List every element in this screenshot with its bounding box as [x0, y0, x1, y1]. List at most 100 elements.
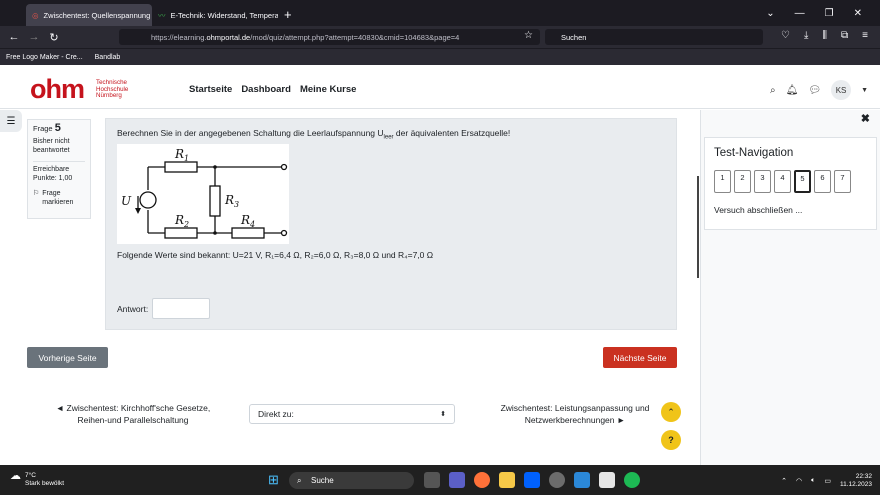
question-button-1[interactable]: 1	[714, 170, 731, 193]
avatar[interactable]: KS	[831, 80, 852, 100]
taskbar-search-label: Suche	[311, 476, 334, 485]
flag-label: Frage markieren	[42, 190, 74, 206]
onedrive-icon[interactable]	[599, 472, 615, 488]
photos-icon[interactable]	[574, 472, 590, 488]
task-view-icon[interactable]	[424, 472, 440, 488]
search-icon[interactable]: ⌕	[770, 85, 776, 96]
bookmark-star-icon[interactable]: ☆	[524, 30, 533, 41]
weather-widget[interactable]: ☁ 7°C Stark bewölkt	[10, 471, 64, 488]
question-status: Bisher nicht beantwortet	[33, 138, 70, 154]
quiz-navigation-block: Test-Navigation 1 2 3 4 5 6 7 Versuch ab…	[704, 137, 877, 230]
scrollbar[interactable]	[697, 176, 699, 278]
logo-subtitle: Technische Hochschule Nürnberg	[96, 79, 128, 100]
course-index-toggle[interactable]: ☰	[0, 110, 22, 132]
tab-label: Zwischentest: Quellenspannung	[43, 10, 151, 20]
question-button-3[interactable]: 3	[754, 170, 771, 193]
bookmark-bandlab[interactable]: Bandlab	[95, 54, 121, 61]
windows-taskbar: ☁ 7°C Stark bewölkt ⊞ ⌕ Suche ⌃ ◠ 🔈︎ ▭ 2…	[0, 465, 880, 495]
tab-etechnik[interactable]: 〰 E-Technik: Widerstand, Tempera ✕	[152, 4, 278, 26]
toolbar-icons: ♡ ⤓ ⫼ ⧉ ≡	[781, 30, 868, 41]
menu-icon[interactable]: ≡	[862, 30, 868, 41]
chevron-up-icon[interactable]: ⌃	[781, 477, 787, 485]
logo-sub-line: Nürnberg	[96, 92, 122, 99]
question-text: Berechnen Sie in der angegebenen Schaltu…	[117, 128, 510, 141]
wifi-icon[interactable]: ◠	[796, 477, 802, 485]
question-points: Erreichbare Punkte: 1,00	[33, 161, 85, 183]
bell-icon[interactable]: 🔔︎	[786, 85, 799, 96]
file-explorer-icon[interactable]	[499, 472, 515, 488]
question-info: Frage 5 Bisher nicht beantwortet Erreich…	[27, 119, 91, 219]
settings-icon[interactable]	[549, 472, 565, 488]
restore-button[interactable]: ❐	[825, 8, 834, 19]
bookmark-logo-maker[interactable]: Free Logo Maker - Cre...	[6, 54, 83, 61]
quiz-navigation-drawer: ✖ Test-Navigation 1 2 3 4 5 6 7 Versuch …	[697, 110, 880, 465]
back-to-top-button[interactable]: ⌃	[661, 402, 681, 422]
jump-to-select[interactable]: Direkt zu: ⬍	[249, 404, 455, 424]
previous-page-button[interactable]: Vorherige Seite	[27, 347, 108, 368]
teams-icon[interactable]	[449, 472, 465, 488]
search-field[interactable]: Suchen	[545, 29, 763, 45]
question-button-5[interactable]: 5	[794, 170, 811, 193]
dropbox-icon[interactable]	[524, 472, 540, 488]
finish-attempt-link[interactable]: Versuch abschließen ...	[714, 205, 802, 215]
tab-label: E-Technik: Widerstand, Tempera	[170, 10, 279, 20]
volume-icon[interactable]: 🔈︎	[811, 477, 815, 485]
question-button-2[interactable]: 2	[734, 170, 751, 193]
reload-button[interactable]: ↻	[44, 31, 64, 44]
chevron-down-icon[interactable]: ▼	[861, 87, 868, 94]
question-buttons: 1 2 3 4 5 6 7	[714, 170, 851, 193]
url-domain: ohmportal.de	[206, 32, 251, 42]
url-bar[interactable]: https://elearning. ohmportal.de/mod/quiz/…	[119, 29, 540, 45]
tab-quiz[interactable]: ◎ Zwischentest: Quellenspannung ✕	[26, 4, 152, 26]
select-caret-icon: ⬍	[440, 411, 446, 418]
nav-meine-kurse[interactable]: Meine Kurse	[300, 84, 357, 95]
back-button[interactable]: ←	[4, 31, 24, 43]
navigation-title: Test-Navigation	[714, 147, 794, 159]
temperature: 7°C	[25, 472, 36, 479]
question-button-7[interactable]: 7	[834, 170, 851, 193]
battery-icon[interactable]: ▭	[824, 477, 831, 485]
question-button-4[interactable]: 4	[774, 170, 791, 193]
nav-startseite[interactable]: Startseite	[189, 84, 232, 95]
chart-icon: 〰	[158, 10, 166, 20]
next-page-button[interactable]: Nächste Seite	[603, 347, 677, 368]
label-r4: R4	[240, 213, 255, 229]
label-r1: R1	[174, 147, 189, 163]
pocket-icon[interactable]: ♡	[781, 30, 790, 41]
close-window-button[interactable]: ✕	[854, 8, 862, 19]
ohm-logo[interactable]: ohm	[30, 76, 85, 103]
clock[interactable]: 22:32 11.12.2023	[840, 473, 872, 489]
previous-activity-link[interactable]: ◄ Zwischentest: Kirchhoff'sche Gesetze, …	[43, 402, 223, 426]
list-icon: ☰	[6, 115, 16, 127]
download-icon[interactable]: ⤓	[804, 30, 808, 41]
system-tray: ⌃ ◠ 🔈︎ ▭ 22:32 11.12.2023	[781, 473, 872, 489]
start-icon[interactable]: ⊞	[268, 472, 279, 488]
qtext-before: Berechnen Sie in der angegebenen Schaltu…	[117, 128, 384, 138]
close-icon[interactable]: ✖	[861, 112, 870, 125]
help-button[interactable]: ?	[661, 430, 681, 450]
new-tab-button[interactable]: +	[284, 7, 292, 26]
answer-label: Antwort:	[117, 303, 149, 314]
chat-icon[interactable]: 💬︎	[808, 85, 821, 96]
taskbar-search[interactable]: ⌕ Suche	[289, 472, 414, 489]
firefox-icon[interactable]	[474, 472, 490, 488]
next-activity-link[interactable]: Zwischentest: Leistungsanpassung und Net…	[486, 402, 664, 426]
answer-input[interactable]	[152, 298, 211, 319]
url-prefix: https://elearning.	[151, 32, 207, 42]
search-icon: ⌕	[297, 475, 302, 485]
extensions-icon[interactable]: ⧉	[841, 30, 848, 41]
search-placeholder: Suchen	[561, 32, 587, 42]
site-header: ohm Technische Hochschule Nürnberg Start…	[0, 65, 880, 109]
chevron-down-icon[interactable]: ⌄	[766, 8, 774, 19]
chevron-up-icon: ⌃	[667, 406, 675, 417]
label-u: U	[121, 194, 132, 208]
moodle-icon: ◎	[32, 10, 39, 20]
nav-dashboard[interactable]: Dashboard	[241, 84, 291, 95]
minimize-button[interactable]: —	[795, 8, 805, 19]
question-button-6[interactable]: 6	[814, 170, 831, 193]
flag-question[interactable]: ⚐ Frage markieren	[33, 189, 85, 207]
taskbar-apps	[424, 472, 640, 488]
forward-button[interactable]: →	[24, 31, 44, 43]
spotify-icon[interactable]	[624, 472, 640, 488]
library-icon[interactable]: ⫼	[822, 30, 827, 41]
